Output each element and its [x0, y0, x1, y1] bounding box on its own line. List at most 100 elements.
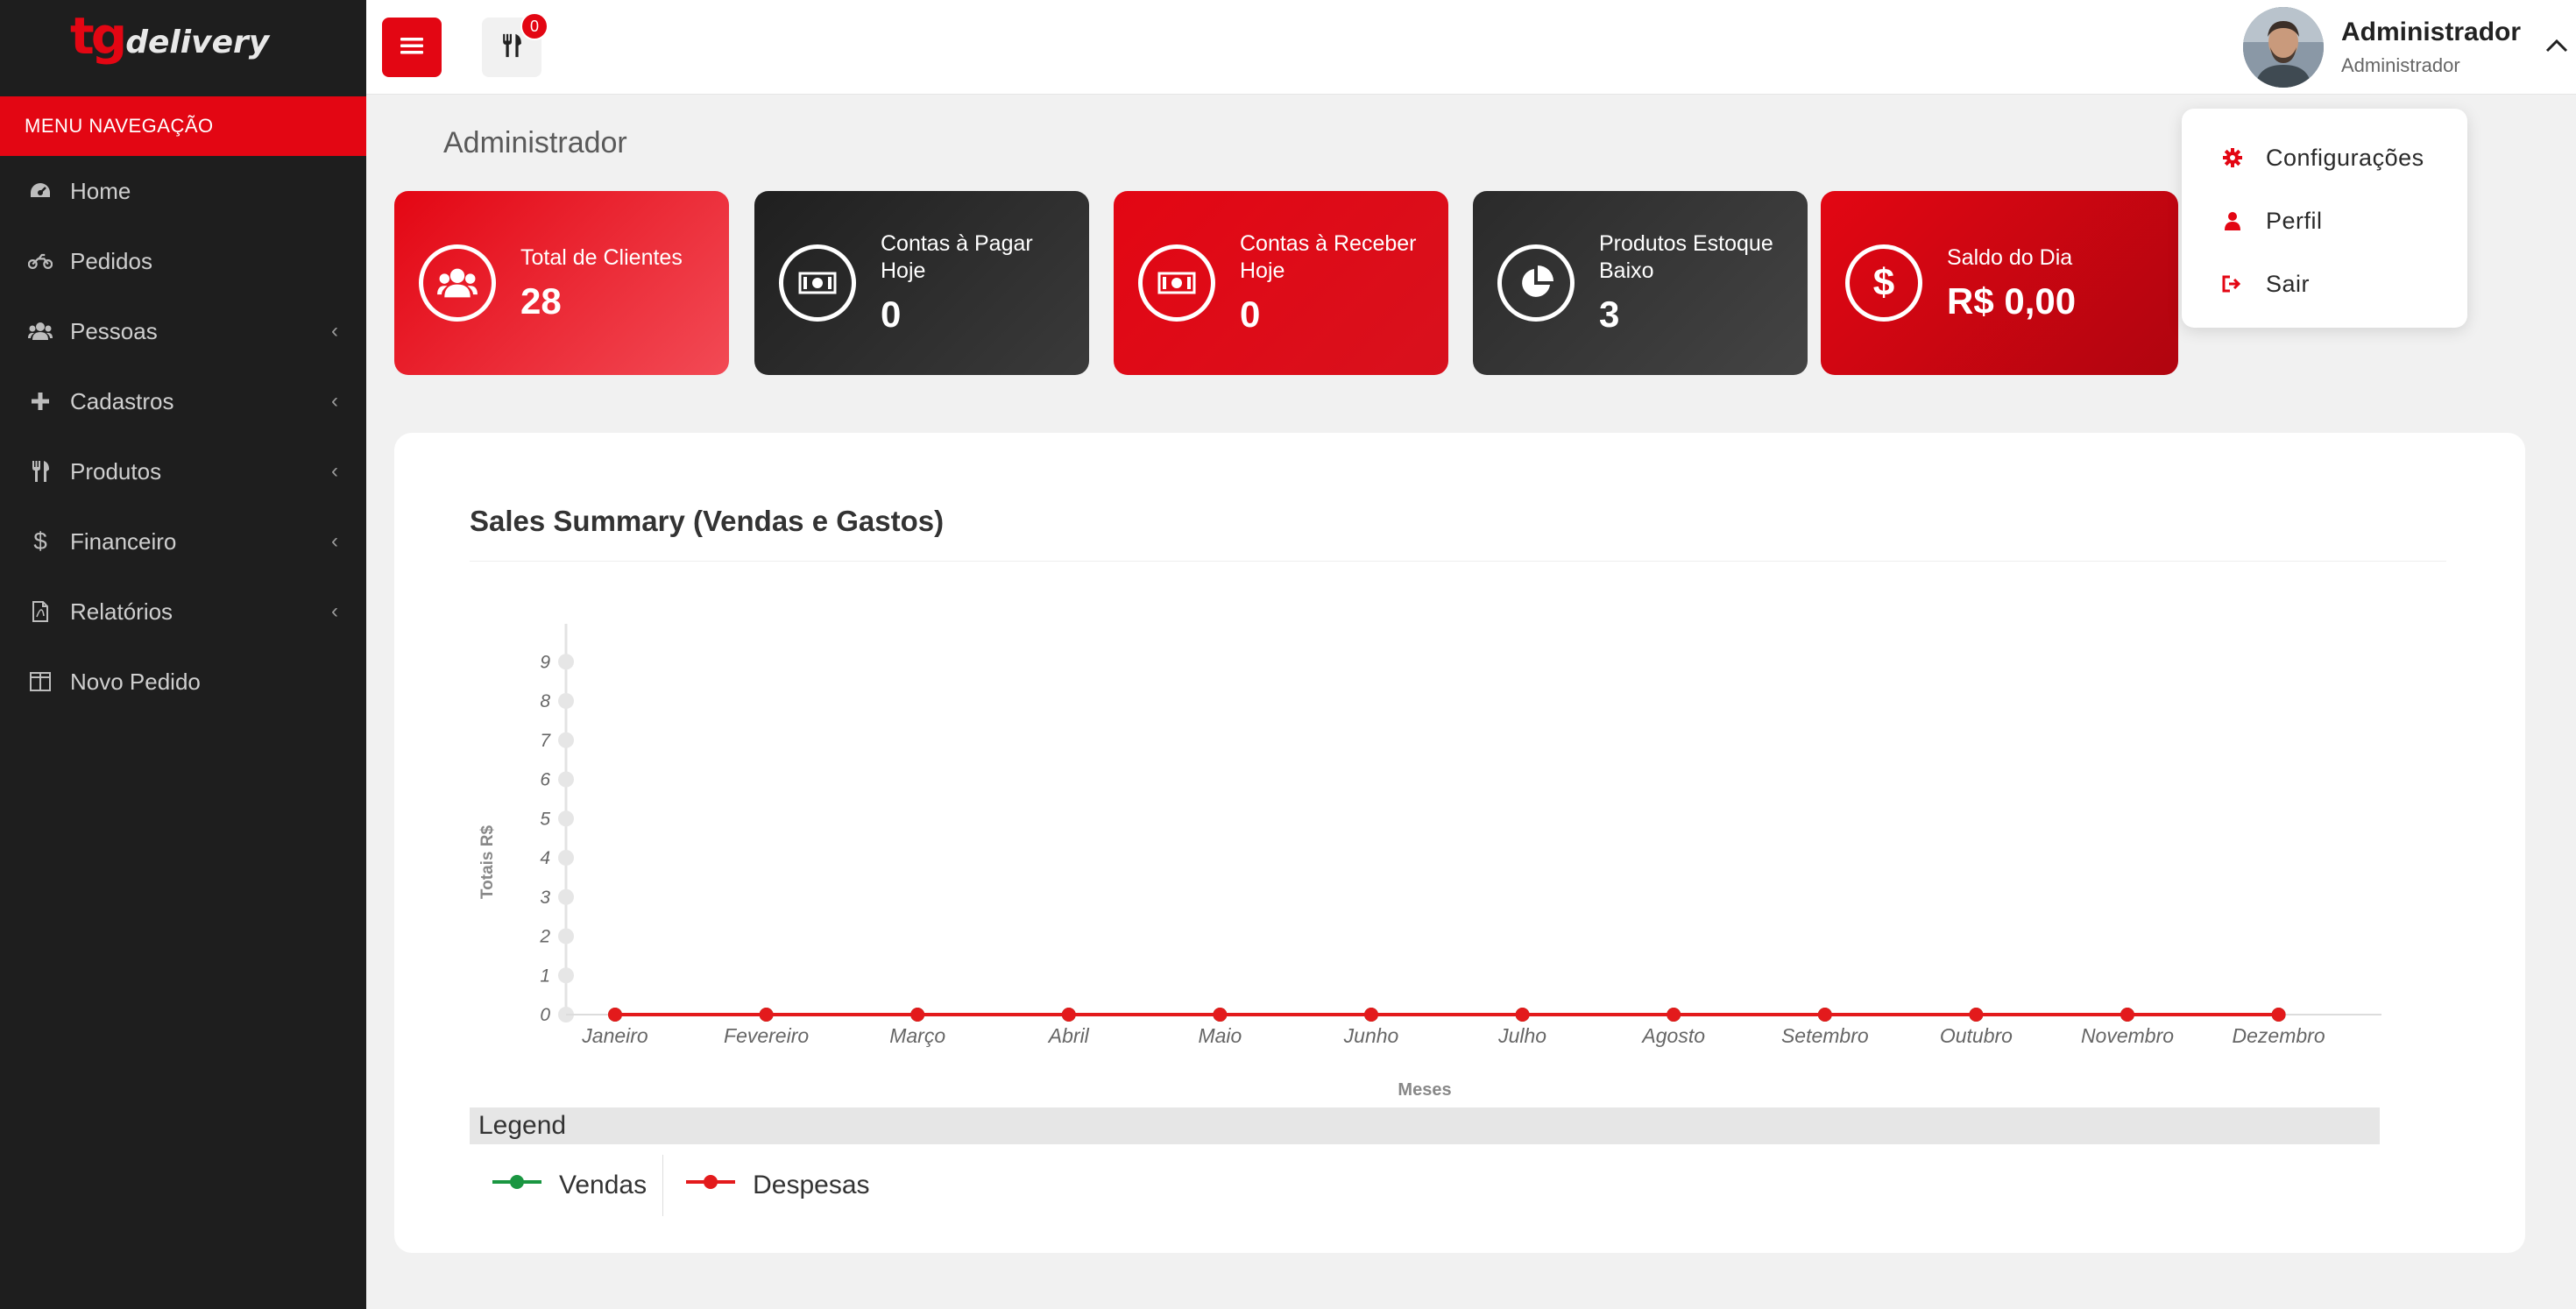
data-point-despesas[interactable] [1969, 1008, 1984, 1022]
money-icon [779, 244, 856, 322]
card-label: Total de Clientes [520, 244, 683, 270]
topbar: 0 Administrador Administrador [366, 0, 2576, 95]
x-tick-label: Agosto [1640, 1024, 1705, 1047]
data-point-despesas[interactable] [2271, 1008, 2286, 1022]
card-value: R$ 0,00 [1947, 279, 2077, 322]
sidebar-item-label: Produtos [70, 457, 162, 485]
menu-item-sair[interactable]: Sair [2182, 252, 2467, 315]
data-point-despesas[interactable] [1667, 1008, 1681, 1022]
x-tick-label: Maio [1198, 1024, 1242, 1047]
y-tick-marker [558, 928, 574, 945]
card-label: Contas à Pagar Hoje [881, 231, 1033, 283]
plus-icon [28, 393, 53, 410]
data-point-despesas[interactable] [608, 1008, 622, 1022]
x-tick-label: Dezembro [2233, 1024, 2325, 1047]
legend-item-vendas[interactable]: Vendas [470, 1155, 662, 1216]
card-produtos-estoque[interactable]: Produtos Estoque Baixo 3 [1473, 191, 1808, 375]
logo-tg-text: tg [70, 6, 127, 66]
x-axis-label: Meses [1398, 1080, 1451, 1100]
data-point-despesas[interactable] [1061, 1008, 1076, 1022]
data-point-despesas[interactable] [1817, 1008, 1832, 1022]
legend-marker-vendas [492, 1175, 541, 1189]
y-tick-marker [558, 654, 574, 670]
user-icon [2220, 211, 2245, 230]
y-tick-marker [558, 888, 574, 905]
data-point-despesas[interactable] [1515, 1008, 1530, 1022]
menu-item-label: Configurações [2266, 144, 2424, 171]
card-total-clientes[interactable]: Total de Clientes 28 [394, 191, 729, 375]
chevron-left-icon: ‹ [331, 599, 338, 623]
sidebar-item-novo-pedido[interactable]: Novo Pedido [0, 647, 366, 717]
menu-item-label: Sair [2266, 270, 2311, 297]
brand-logo[interactable]: tg delivery [0, 0, 366, 96]
orders-button[interactable]: 0 [482, 12, 548, 77]
users-icon [28, 322, 53, 341]
sidebar-item-label: Home [70, 177, 131, 204]
sidebar-item-label: Pessoas [70, 317, 158, 344]
card-saldo-dia[interactable]: $ Saldo do Dia R$ 0,00 [1821, 191, 2178, 375]
legend-title: Legend [470, 1107, 2380, 1144]
x-tick-label: Janeiro [581, 1024, 648, 1047]
menu-toggle-button[interactable] [382, 18, 442, 77]
pdf-file-icon [28, 601, 53, 622]
card-value: 0 [1240, 294, 1261, 335]
columns-icon [28, 672, 53, 691]
user-menu-toggle[interactable]: Administrador Administrador [2182, 0, 2576, 95]
menu-item-configuracoes[interactable]: Configurações [2182, 126, 2467, 189]
sidebar-item-financeiro[interactable]: $ Financeiro ‹ [0, 506, 366, 577]
users-icon [419, 244, 496, 322]
x-tick-label: Fevereiro [724, 1024, 809, 1047]
avatar [2243, 7, 2324, 88]
y-tick-label: 8 [540, 691, 550, 711]
sidebar-item-produtos[interactable]: Produtos ‹ [0, 436, 366, 506]
y-tick-label: 9 [540, 652, 550, 672]
menu-item-label: Perfil [2266, 207, 2323, 234]
card-contas-receber[interactable]: Contas à Receber Hoje 0 [1114, 191, 1448, 375]
y-tick-label: 1 [540, 966, 550, 986]
data-point-despesas[interactable] [759, 1008, 774, 1022]
sidebar-item-home[interactable]: Home [0, 156, 366, 226]
sidebar-item-relatorios[interactable]: Relatórios ‹ [0, 577, 366, 647]
data-point-despesas[interactable] [1213, 1008, 1228, 1022]
y-tick-label: 6 [540, 770, 550, 790]
page-title: Administrador [443, 126, 627, 159]
card-label: Saldo do Dia [1947, 244, 2073, 270]
card-contas-pagar[interactable]: Contas à Pagar Hoje 0 [754, 191, 1089, 375]
legend-item-despesas[interactable]: Despesas [662, 1155, 885, 1216]
sidebar-item-label: Pedidos [70, 247, 152, 274]
data-point-despesas[interactable] [910, 1008, 925, 1022]
y-tick-label: 2 [539, 927, 550, 947]
x-tick-label: Julho [1497, 1024, 1546, 1047]
data-point-despesas[interactable] [1364, 1008, 1378, 1022]
menu-item-perfil[interactable]: Perfil [2182, 189, 2467, 252]
x-tick-label: Novembro [2081, 1024, 2174, 1047]
sidebar-item-label: Novo Pedido [70, 668, 201, 695]
sidebar-item-label: Cadastros [70, 387, 174, 414]
x-tick-label: Junho [1343, 1024, 1399, 1047]
logo-delivery-text: delivery [125, 25, 270, 60]
card-value: 0 [881, 294, 902, 335]
sidebar-item-label: Financeiro [70, 527, 177, 555]
y-tick-label: 3 [540, 888, 550, 908]
y-tick-marker [558, 771, 574, 788]
data-point-despesas[interactable] [2120, 1008, 2134, 1022]
x-tick-label: Março [889, 1024, 945, 1047]
dollar-icon: $ [33, 527, 47, 555]
sidebar-item-pedidos[interactable]: Pedidos [0, 226, 366, 296]
user-dropdown-menu: Configurações Perfil Sair [2182, 109, 2467, 328]
sales-summary-panel: Sales Summary (Vendas e Gastos) 01234567… [394, 433, 2525, 1253]
sidebar-item-pessoas[interactable]: Pessoas ‹ [0, 296, 366, 366]
card-value: 28 [520, 279, 562, 322]
chevron-up-icon [2545, 39, 2568, 57]
chevron-left-icon: ‹ [331, 459, 338, 483]
y-tick-label: 4 [540, 848, 550, 868]
sign-out-icon [2220, 275, 2245, 293]
orders-count-badge: 0 [520, 12, 548, 40]
chevron-left-icon: ‹ [331, 389, 338, 413]
legend-label: Vendas [559, 1171, 648, 1199]
x-tick-label: Abril [1047, 1024, 1090, 1047]
cutlery-icon [501, 33, 522, 62]
sidebar-item-cadastros[interactable]: Cadastros ‹ [0, 366, 366, 436]
y-tick-marker [558, 732, 574, 748]
y-tick-marker [558, 967, 574, 984]
